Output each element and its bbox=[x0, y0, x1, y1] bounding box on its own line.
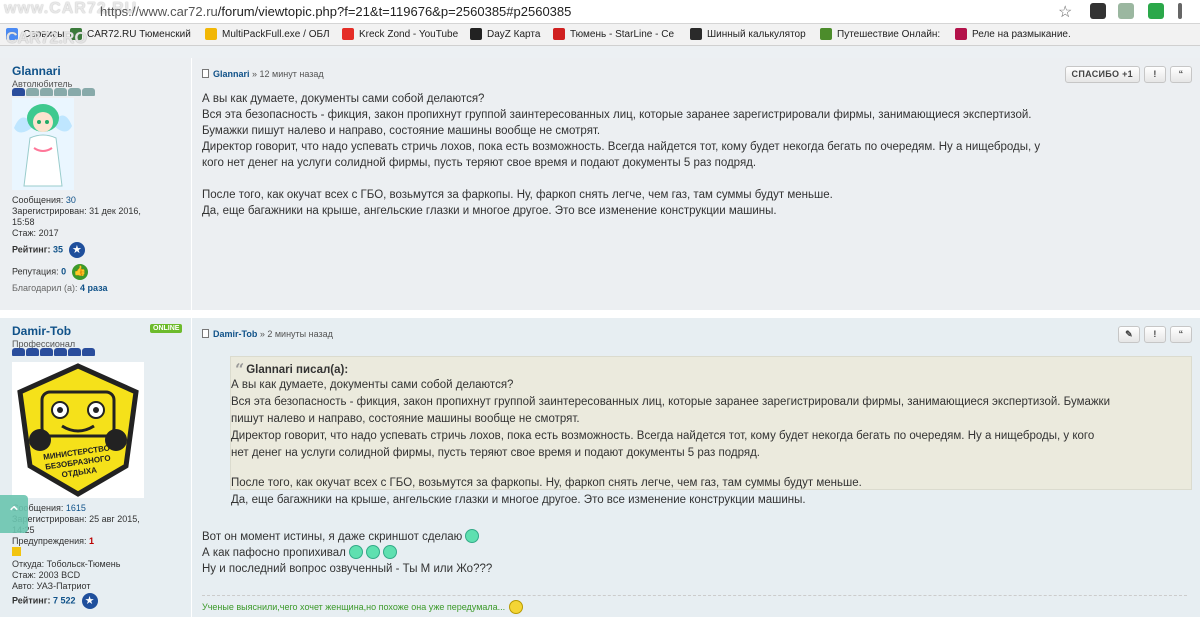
bookmark-star-icon[interactable]: ☆ bbox=[1058, 2, 1072, 22]
post-time: » 2 минуты назад bbox=[259, 329, 333, 339]
online-badge: ONLINE bbox=[150, 324, 183, 333]
calculator-icon bbox=[690, 28, 702, 40]
travel-icon bbox=[820, 28, 832, 40]
thanked-count[interactable]: 4 раза bbox=[80, 283, 107, 293]
url-text[interactable]: https://www.car72.ru/forum/viewtopic.php… bbox=[100, 4, 571, 19]
rank-cars-icon bbox=[12, 348, 95, 356]
report-button[interactable]: ! bbox=[1144, 326, 1166, 343]
menu-icon[interactable] bbox=[1178, 3, 1182, 19]
site-watermark-2: CAR72.RO bbox=[6, 30, 87, 47]
smiley-icon bbox=[365, 545, 380, 559]
post-body: Glannari » 12 минут назад СПАСИБО +1 ! “… bbox=[202, 58, 1200, 310]
messages-count[interactable]: 30 bbox=[66, 195, 76, 205]
post-author-link[interactable]: Glannari bbox=[213, 69, 250, 79]
quote-text: А вы как думаете, документы сами собой д… bbox=[231, 379, 1111, 506]
post-profile: Damir-Tob ONLINE Профессионал МИНИСТЕРСТ… bbox=[0, 318, 192, 617]
post-author-line: Damir-Tob » 2 минуты назад bbox=[202, 329, 333, 339]
rating-value: 7 522 bbox=[52, 595, 76, 606]
bookmark-dayz[interactable]: DayZ Карта bbox=[470, 28, 540, 40]
dayz-icon bbox=[470, 28, 482, 40]
shield-extension-icon[interactable] bbox=[1148, 3, 1164, 19]
post-author-line: Glannari » 12 минут назад bbox=[202, 69, 324, 79]
extension-icon[interactable] bbox=[1090, 3, 1106, 19]
bookmark-starline[interactable]: Тюмень - StarLine - Се bbox=[553, 28, 674, 40]
star-icon[interactable]: ★ bbox=[68, 242, 85, 258]
post-separator bbox=[0, 310, 1200, 318]
forum-post: Damir-Tob ONLINE Профессионал МИНИСТЕРСТ… bbox=[0, 318, 1200, 617]
avatar[interactable]: МИНИСТЕРСТВО БЕЗОБРАЗНОГО ОТДЫХА bbox=[12, 362, 144, 498]
post-icon bbox=[202, 69, 209, 78]
reputation-value: 0 bbox=[61, 266, 67, 277]
bookmark-relay[interactable]: Реле на размыкание. bbox=[955, 28, 1071, 40]
post-content: А вы как думаете, документы сами собой д… bbox=[202, 93, 1041, 217]
edit-button[interactable]: ✎ bbox=[1118, 326, 1140, 343]
starline-icon bbox=[553, 28, 565, 40]
bookmark-travel[interactable]: Путешествие Онлайн: bbox=[820, 28, 940, 40]
smiley-icon bbox=[382, 545, 397, 559]
username-link[interactable]: Damir-Tob bbox=[12, 324, 71, 338]
bookmark-youtube[interactable]: Kreck Zond - YouTube bbox=[342, 28, 458, 40]
youtube-icon bbox=[342, 28, 354, 40]
url-path: /forum/viewtopic.php?f=21&t=119676&p=256… bbox=[217, 4, 572, 19]
post-buttons: ✎ ! “ bbox=[1118, 326, 1192, 343]
download-icon[interactable] bbox=[1118, 3, 1134, 19]
signature: Ученые выяснили,чего хочет женщина,но по… bbox=[202, 595, 1187, 614]
rating-value: 35 bbox=[52, 244, 63, 255]
bookmark-car72[interactable]: CAR72.RU Тюменский bbox=[70, 28, 191, 40]
rank-cars-icon bbox=[12, 88, 95, 96]
quote-button[interactable]: “ bbox=[1170, 66, 1192, 83]
quote-block: “Glannari писал(а): А вы как думаете, до… bbox=[230, 356, 1192, 506]
address-bar[interactable]: www.CAR72.RU https://www.car72.ru/forum/… bbox=[0, 0, 1200, 24]
warning-flag-icon bbox=[12, 547, 21, 556]
quote-button[interactable]: “ bbox=[1170, 326, 1192, 343]
post-profile: Glannari Автолюбитель Сообщения: 30 Заре… bbox=[0, 58, 192, 310]
user-stats: Сообщения: 30 Зарегистрирован: 31 дек 20… bbox=[12, 195, 141, 293]
report-button[interactable]: ! bbox=[1144, 66, 1166, 83]
relay-icon bbox=[955, 28, 967, 40]
thumbs-up-icon[interactable]: 👍 bbox=[72, 264, 89, 280]
smiley-icon bbox=[348, 545, 363, 559]
avatar[interactable] bbox=[12, 98, 74, 190]
messages-count[interactable]: 1615 bbox=[66, 503, 86, 513]
scroll-up-tab[interactable]: ⌃ bbox=[0, 495, 28, 533]
smiley-icon bbox=[465, 529, 480, 543]
user-stats: Сообщения: 1615 Зарегистрирован: 25 авг … bbox=[12, 503, 140, 609]
bookmark-tire-calc[interactable]: Шинный калькулятор bbox=[690, 28, 806, 40]
username-link[interactable]: Glannari bbox=[12, 64, 61, 78]
bookmark-multipack[interactable]: MultiPackFull.exe / ОБЛ bbox=[205, 28, 330, 40]
thanks-button[interactable]: СПАСИБО +1 bbox=[1064, 66, 1140, 83]
drive-icon bbox=[205, 28, 217, 40]
url-domain: https://www.car72.ru bbox=[100, 4, 218, 19]
bookmarks-bar: Сервисы CAR72.RU Тюменский MultiPackFull… bbox=[0, 24, 1200, 46]
warnings-count: 1 bbox=[88, 536, 94, 546]
forum-post: Glannari Автолюбитель Сообщения: 30 Заре… bbox=[0, 58, 1200, 361]
smile-icon bbox=[509, 600, 524, 614]
post-icon bbox=[202, 329, 209, 338]
post-content: Вот он момент истины, я даже скриншот сд… bbox=[202, 529, 493, 575]
post-body: Damir-Tob » 2 минуты назад ✎ ! “ “Glanna… bbox=[202, 318, 1200, 617]
post-buttons: СПАСИБО +1 ! “ bbox=[1064, 66, 1192, 83]
star-icon[interactable]: ★ bbox=[81, 593, 98, 609]
post-time: » 12 минут назад bbox=[252, 69, 324, 79]
post-author-link[interactable]: Damir-Tob bbox=[213, 329, 257, 339]
